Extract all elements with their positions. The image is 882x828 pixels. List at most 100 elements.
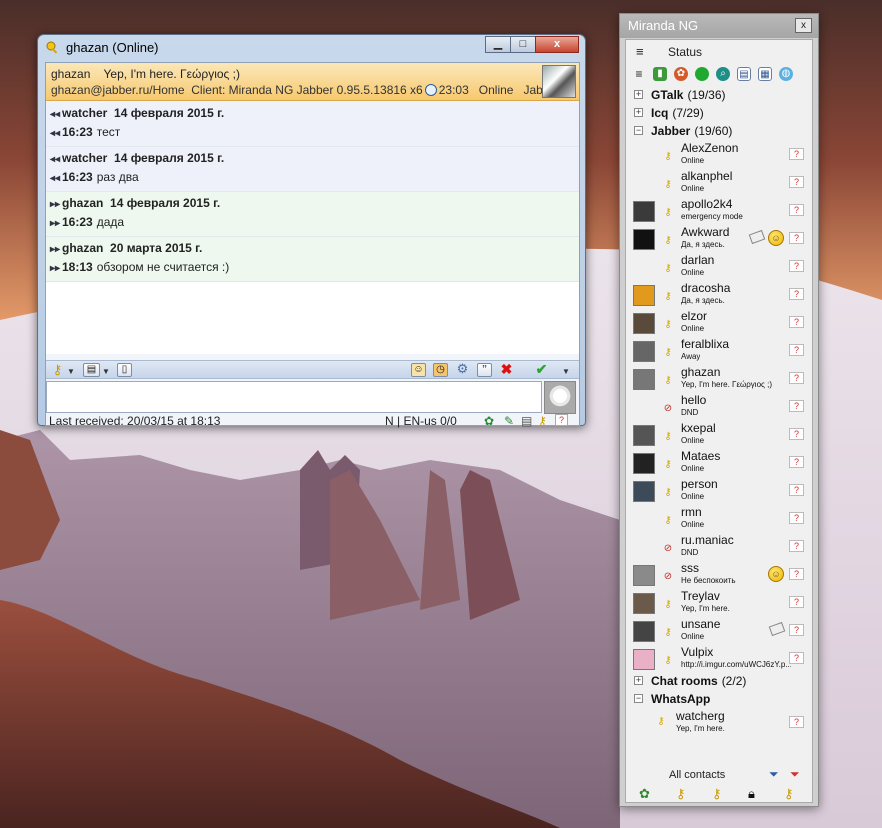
- contact-item[interactable]: ⚷ darlan Online?: [626, 252, 812, 280]
- contact-name: person: [681, 477, 718, 491]
- key-icon[interactable]: ⚷: [538, 414, 547, 428]
- minimize-button[interactable]: ▁: [485, 36, 511, 53]
- chevron-down-icon[interactable]: ▼: [102, 367, 110, 376]
- contact-item[interactable]: ⚷ watcherg Yep, I'm here. ?: [626, 708, 812, 738]
- sound-icon[interactable]: ▤: [521, 414, 532, 428]
- contact-status-text: Online: [681, 436, 705, 445]
- contact-name: feralblixa: [681, 337, 730, 351]
- protocol-toolbar: ≡ ▮ ✿ ⌕ ▤ ▦ ◍: [632, 67, 793, 83]
- contact-item[interactable]: ⚷ ghazan Yep, I'm here. Γεώργιος ;)?: [626, 364, 812, 392]
- contact-item[interactable]: ⊘ hello DND?: [626, 392, 812, 420]
- quote-icon[interactable]: ”: [477, 363, 492, 377]
- contact-item[interactable]: ⚷ kxepal Online?: [626, 420, 812, 448]
- miranda-titlebar[interactable]: Miranda NG x: [620, 14, 818, 38]
- menu-lines-icon[interactable]: ≡: [632, 67, 646, 81]
- options-icon[interactable]: ▤: [737, 67, 751, 81]
- message-input[interactable]: [47, 382, 541, 412]
- contacts-filter-label[interactable]: All contacts: [669, 769, 725, 781]
- contact-item[interactable]: ⚷ elzor Online?: [626, 308, 812, 336]
- contact-item[interactable]: ⚷ Awkward Да, я здесь. ☺?: [626, 224, 812, 252]
- unknown-client-icon: ?: [789, 456, 804, 468]
- contact-name: Awkward: [681, 225, 730, 239]
- lock-icon[interactable]: 🔒︎: [748, 786, 755, 802]
- contact-status-text: Online: [681, 632, 705, 641]
- contact-card-icon[interactable]: ▤: [83, 363, 100, 377]
- expand-plus-icon[interactable]: +: [634, 108, 643, 117]
- contact-item[interactable]: ⚷ alkanphel Online?: [626, 168, 812, 196]
- unknown-client-icon: ?: [789, 400, 804, 412]
- contact-avatar: [633, 425, 655, 446]
- contact-item[interactable]: ⚷ Treylav Yep, I'm here.?: [626, 588, 812, 616]
- collapse-minus-icon[interactable]: −: [634, 126, 643, 135]
- unknown-status-icon[interactable]: ?: [555, 414, 569, 426]
- contact-avatar[interactable]: [542, 65, 576, 98]
- contact-name: dracosha: [681, 281, 731, 295]
- chevron-down-icon[interactable]: ▼: [67, 367, 75, 376]
- contact-item[interactable]: ⊘ ru.maniac DND?: [626, 532, 812, 560]
- status-menu-button[interactable]: Status: [668, 45, 702, 59]
- calendar-icon[interactable]: ▦: [758, 67, 772, 81]
- unknown-client-icon: ?: [789, 148, 804, 160]
- collapse-minus-icon[interactable]: −: [634, 694, 643, 703]
- globe-icon[interactable]: ◍: [779, 67, 793, 81]
- miranda-close-button[interactable]: x: [795, 18, 812, 33]
- message-text: раз два: [96, 170, 139, 184]
- icq-icon[interactable]: ✿: [674, 67, 688, 81]
- secure-icon[interactable]: ✿: [484, 414, 494, 428]
- jabber-key-icon[interactable]: ⚷: [676, 786, 686, 802]
- contact-status-text: emergency mode: [681, 212, 743, 221]
- chat-titlebar[interactable]: ghazan (Online) ▁ □ x: [38, 35, 585, 61]
- maximize-button[interactable]: □: [510, 36, 536, 53]
- history-book-icon[interactable]: ▯: [117, 363, 132, 377]
- contact-name: ghazan: [681, 365, 721, 379]
- contact-item[interactable]: ⊘ sss Не беспокоить ☺?: [626, 560, 812, 588]
- clear-filter-icon[interactable]: ⏷: [790, 767, 800, 782]
- contact-item[interactable]: ⚷ feralblixa Away?: [626, 336, 812, 364]
- main-menu-icon[interactable]: ≡: [636, 44, 644, 59]
- filter-icon[interactable]: ⏷: [769, 767, 779, 782]
- contact-item[interactable]: ⚷ Vulpix http://i.imgur.com/uWCJ6zY.p...?: [626, 644, 812, 672]
- group-whatsapp[interactable]: − WhatsApp: [626, 690, 812, 708]
- group-chat-rooms[interactable]: + Chat rooms (2/2): [626, 672, 812, 690]
- contact-item[interactable]: ⚷ unsane Online?: [626, 616, 812, 644]
- chevron-down-icon[interactable]: ▼: [562, 367, 570, 376]
- history-clock-icon[interactable]: ◷: [433, 363, 448, 377]
- my-avatar[interactable]: [544, 381, 576, 414]
- expand-plus-icon[interactable]: +: [634, 676, 643, 685]
- unknown-client-icon: ?: [789, 512, 804, 524]
- search-icon[interactable]: ⌕: [716, 67, 730, 81]
- unknown-client-icon: ?: [789, 484, 804, 496]
- message-log[interactable]: ◂◂ watcher 14 февраля 2015 г. ◂◂ 16:23 тест…: [46, 102, 579, 354]
- contact-item[interactable]: ⚷ dracosha Да, я здесь.?: [626, 280, 812, 308]
- message-author: watcher: [62, 106, 108, 120]
- protocol-key-icon[interactable]: ⚷: [50, 363, 65, 377]
- incoming-arrow-icon: ◂◂: [50, 173, 61, 184]
- incoming-arrow-icon: ◂◂: [50, 154, 61, 165]
- send-check-icon[interactable]: ✔: [534, 362, 549, 377]
- user-details-icon[interactable]: ☺: [411, 363, 426, 377]
- contact-item[interactable]: ⚷ person Online?: [626, 476, 812, 504]
- outgoing-arrow-icon: ▸▸: [50, 199, 61, 210]
- group-gtalk[interactable]: + GTalk (19/36): [626, 86, 812, 104]
- incoming-arrow-icon: ◂◂: [50, 128, 61, 139]
- gtalk-key-icon[interactable]: ⚷: [712, 786, 722, 802]
- contact-item[interactable]: ⚷ rmn Online?: [626, 504, 812, 532]
- contact-item[interactable]: ⚷ apollo2k4 emergency mode?: [626, 196, 812, 224]
- online-dot-icon[interactable]: [695, 67, 709, 81]
- contact-status-text: Online: [681, 184, 705, 193]
- settings-gear-icon[interactable]: ⚙: [455, 362, 470, 377]
- gtalk-icon[interactable]: ▮: [653, 67, 667, 81]
- message-input-area: [46, 381, 542, 413]
- icq-flower-icon[interactable]: ✿: [639, 786, 650, 802]
- close-tab-icon[interactable]: ✖: [499, 362, 514, 377]
- whatsapp-key-icon[interactable]: ⚷: [784, 786, 794, 802]
- expand-plus-icon[interactable]: +: [634, 90, 643, 99]
- typing-notify-icon[interactable]: ✎: [504, 414, 514, 428]
- close-button[interactable]: x: [535, 36, 579, 53]
- contact-item[interactable]: ⚷ Mataes Online?: [626, 448, 812, 476]
- input-mode-label[interactable]: N | EN-us 0/0: [385, 414, 457, 428]
- emoticon-icon: ☺: [768, 230, 784, 246]
- group-jabber[interactable]: − Jabber (19/60): [626, 122, 812, 140]
- contact-item[interactable]: ⚷ AlexZenon Online?: [626, 140, 812, 168]
- group-icq[interactable]: + Icq (7/29): [626, 104, 812, 122]
